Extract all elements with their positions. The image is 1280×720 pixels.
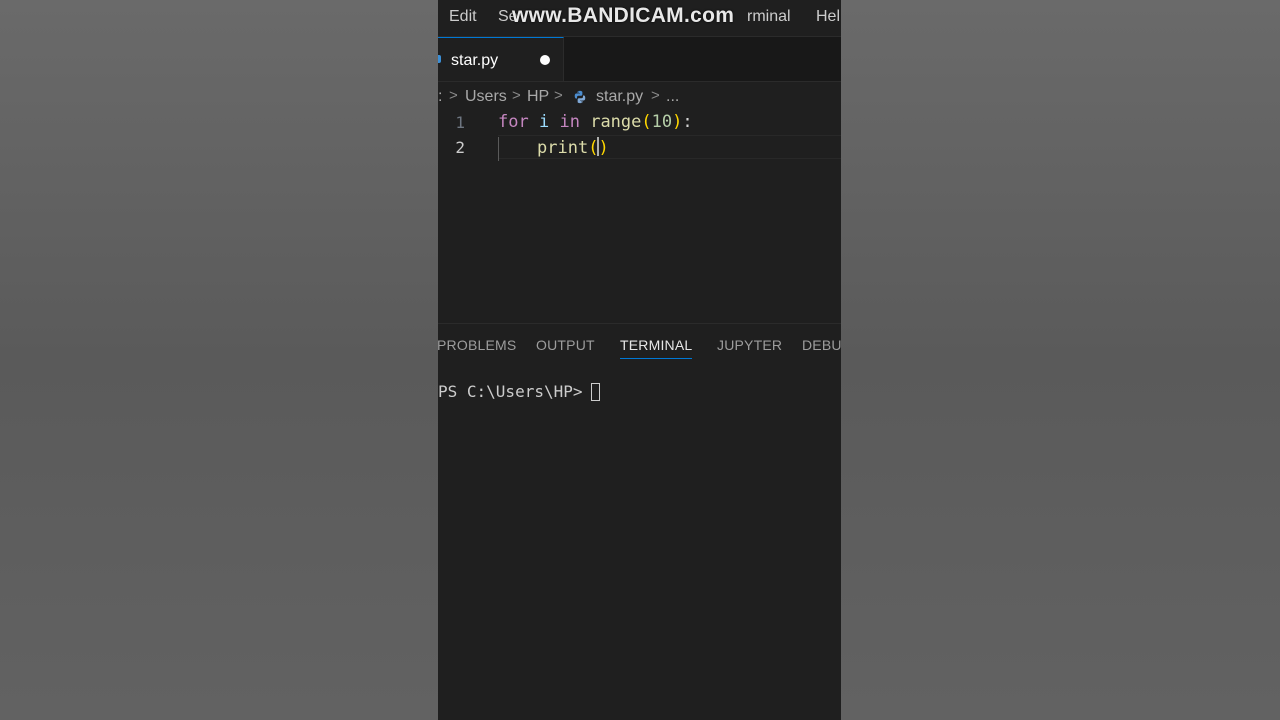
tab-terminal[interactable]: TERMINAL	[620, 337, 693, 359]
line-number: 2	[455, 138, 465, 157]
code-token: 10	[651, 112, 673, 132]
editor-tab-bar: star.py	[438, 37, 841, 82]
tab-star-py[interactable]: star.py	[438, 37, 564, 81]
code-token: in	[559, 112, 580, 132]
code-token: print	[537, 138, 589, 158]
tab-debug-console[interactable]: DEBUG	[802, 337, 841, 353]
terminal-prompt: PS C:\Users\HP>	[438, 382, 583, 401]
code-token: i	[538, 112, 550, 132]
menu-edit[interactable]: Edit	[449, 8, 477, 26]
breadcrumb-separator: >	[554, 87, 563, 104]
tab-output[interactable]: OUTPUT	[536, 337, 595, 353]
breadcrumb-hp[interactable]: HP	[527, 88, 549, 106]
breadcrumb-file[interactable]: star.py	[596, 88, 643, 106]
letterbox-right	[841, 0, 1280, 720]
vscode-window: Edit Se rminal Hel www.BANDICAM.com star…	[438, 0, 841, 720]
breadcrumb-users[interactable]: Users	[465, 88, 507, 106]
line-number: 1	[455, 113, 465, 132]
code-token: :	[682, 112, 693, 132]
menu-bar: Edit Se rminal Hel www.BANDICAM.com	[438, 0, 841, 37]
bottom-panel: PROBLEMS OUTPUT TERMINAL JUPYTER DEBUG P…	[438, 323, 841, 720]
tab-jupyter[interactable]: JUPYTER	[717, 337, 782, 353]
code-line-1[interactable]: for i in range(10):	[498, 112, 693, 132]
python-icon	[574, 90, 586, 104]
letterbox-left	[0, 0, 438, 720]
breadcrumb-separator: >	[512, 87, 521, 104]
terminal-output[interactable]: PS C:\Users\HP>	[438, 382, 600, 401]
menu-terminal[interactable]: rminal	[747, 8, 791, 26]
terminal-cursor	[590, 383, 600, 401]
breadcrumb-separator: >	[651, 87, 660, 104]
code-token: )	[598, 138, 609, 158]
code-token: )	[672, 112, 683, 132]
code-line-2[interactable]: print()	[537, 137, 609, 158]
unsaved-dot-icon[interactable]	[540, 55, 550, 65]
breadcrumb: : > Users > HP > star.py > ...	[438, 84, 841, 110]
tab-problems[interactable]: PROBLEMS	[438, 337, 516, 353]
breadcrumb-drive[interactable]: :	[438, 88, 442, 106]
recording-watermark: www.BANDICAM.com	[512, 4, 735, 27]
code-editor[interactable]: 1 2 for i in range(10): print()	[438, 110, 841, 322]
indent-guide	[498, 137, 499, 161]
breadcrumb-separator: >	[449, 87, 458, 104]
tab-label: star.py	[451, 52, 499, 69]
menu-help[interactable]: Hel	[816, 8, 840, 26]
code-token: (	[641, 112, 652, 132]
code-token: for	[498, 112, 529, 132]
python-file-icon	[438, 55, 441, 63]
breadcrumb-symbol[interactable]: ...	[666, 88, 679, 106]
code-token: range	[590, 112, 642, 132]
